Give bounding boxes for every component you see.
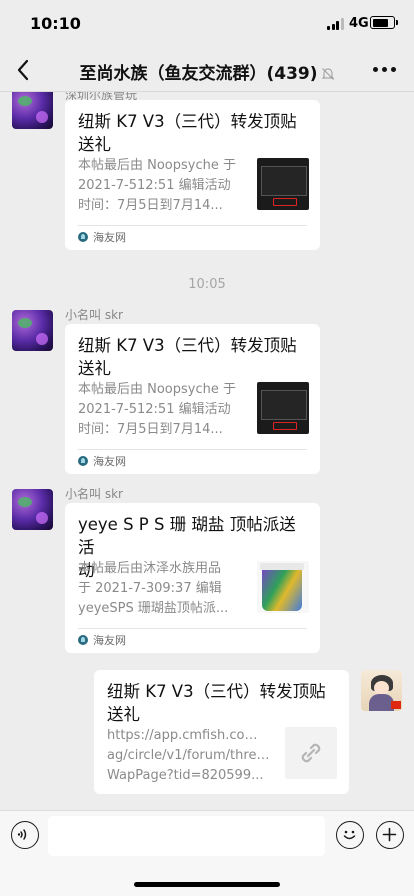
card-source: 海友网 [78,628,307,653]
cellular-signal-icon [327,18,345,30]
sender-name: 小名叫 skr [65,308,123,322]
source-logo-icon [78,635,88,645]
card-title-line: 送礼 [78,135,111,154]
avatar[interactable] [12,489,53,530]
card-thumbnail [257,382,309,434]
card-title: 纽斯 K7 V3（三代）转发顶贴 送礼 [107,680,336,726]
card-desc-line: 本帖最后由 Noopsyche 于 [78,158,236,173]
time-divider: 10:05 [188,277,226,292]
sender-name: 小名叫 skr [65,487,123,501]
card-desc-line: 于 2021-7-309:37 编辑 [78,581,222,596]
card-title-line: yeye S P S 珊 瑚盐 顶帖派送活 [78,515,296,557]
avatar[interactable] [12,310,53,351]
shared-link-card[interactable]: yeye S P S 珊 瑚盐 顶帖派送活 动 本帖最后由沐泽水族用品 于 20… [65,503,320,653]
source-logo-icon [78,232,88,242]
source-logo-icon [78,456,88,466]
card-source: 海友网 [78,449,307,474]
status-bar: 10:10 4G [0,0,414,48]
card-source-label: 海友网 [93,231,126,244]
status-time: 10:10 [30,14,81,33]
message-input[interactable] [48,816,325,856]
chat-title-text: 至尚水族（鱼友交流群）(439) [79,64,318,84]
my-avatar[interactable] [361,670,402,711]
more-dots-icon[interactable] [373,67,396,72]
card-thumbnail [257,561,309,613]
battery-icon [370,16,398,29]
card-source-label: 海友网 [93,455,126,468]
home-indicator[interactable] [134,882,280,887]
shared-link-card[interactable]: 纽斯 K7 V3（三代）转发顶贴 送礼 本帖最后由 Noopsyche 于 20… [65,324,320,474]
nav-bar: 至尚水族（鱼友交流群）(439) [0,48,414,92]
card-desc-line: ag/circle/v1/forum/thread [107,748,270,763]
card-desc-line: 2021-7-512:51 编辑活动 [78,178,231,193]
shared-link-card[interactable]: 纽斯 K7 V3（三代）转发顶贴 送礼 https://app.cmfish.c… [94,670,349,794]
bottom-safe-area [0,862,414,896]
avatar[interactable] [12,92,53,129]
card-title-line: 纽斯 K7 V3（三代）转发顶贴 [107,682,326,701]
card-desc-line: 时间：7月5日到7月14... [78,422,223,437]
card-description: 本帖最后由 Noopsyche 于 2021-7-512:51 编辑活动 时间：… [78,156,241,216]
card-title-line: 送礼 [107,705,140,724]
card-desc-line: 本帖最后由 Noopsyche 于 [78,382,236,397]
plus-icon[interactable] [376,821,404,849]
shared-link-card[interactable]: 纽斯 K7 V3（三代）转发顶贴 送礼 本帖最后由 Noopsyche 于 20… [65,100,320,250]
link-icon [285,727,337,779]
card-desc-line: 2021-7-512:51 编辑活动 [78,402,231,417]
card-desc-line: WapPage?tid=820599... [107,768,264,783]
card-desc-line: 时间：7月5日到7月14... [78,198,223,213]
card-title: 纽斯 K7 V3（三代）转发顶贴 送礼 [78,110,307,156]
card-title-line: 送礼 [78,359,111,378]
card-source: 海友网 [78,225,307,250]
card-description: 本帖最后由沐泽水族用品 于 2021-7-309:37 编辑 yeyeSPS 珊… [78,559,241,619]
card-desc-line: yeyeSPS 珊瑚盐顶帖派... [78,601,229,616]
card-description: https://app.cmfish.com/m ag/circle/v1/fo… [107,726,270,786]
voice-icon[interactable] [11,821,39,849]
card-title: 纽斯 K7 V3（三代）转发顶贴 送礼 [78,334,307,380]
chat-title: 至尚水族（鱼友交流群）(439) [0,59,414,84]
network-type: 4G [349,16,369,31]
card-description: 本帖最后由 Noopsyche 于 2021-7-512:51 编辑活动 时间：… [78,380,241,440]
card-title-line: 纽斯 K7 V3（三代）转发顶贴 [78,336,297,355]
bell-muted-icon [321,68,334,80]
card-source-label: 海友网 [93,634,126,647]
card-thumbnail [257,158,309,210]
card-title-line: 纽斯 K7 V3（三代）转发顶贴 [78,112,297,131]
message-input-bar [0,810,414,862]
chat-message-list[interactable]: 深圳尔族管玩 纽斯 K7 V3（三代）转发顶贴 送礼 本帖最后由 Noopsyc… [0,92,414,810]
card-desc-line: 本帖最后由沐泽水族用品 [78,561,222,576]
card-desc-line: https://app.cmfish.com/m [107,728,270,743]
emoji-icon[interactable] [336,821,364,849]
